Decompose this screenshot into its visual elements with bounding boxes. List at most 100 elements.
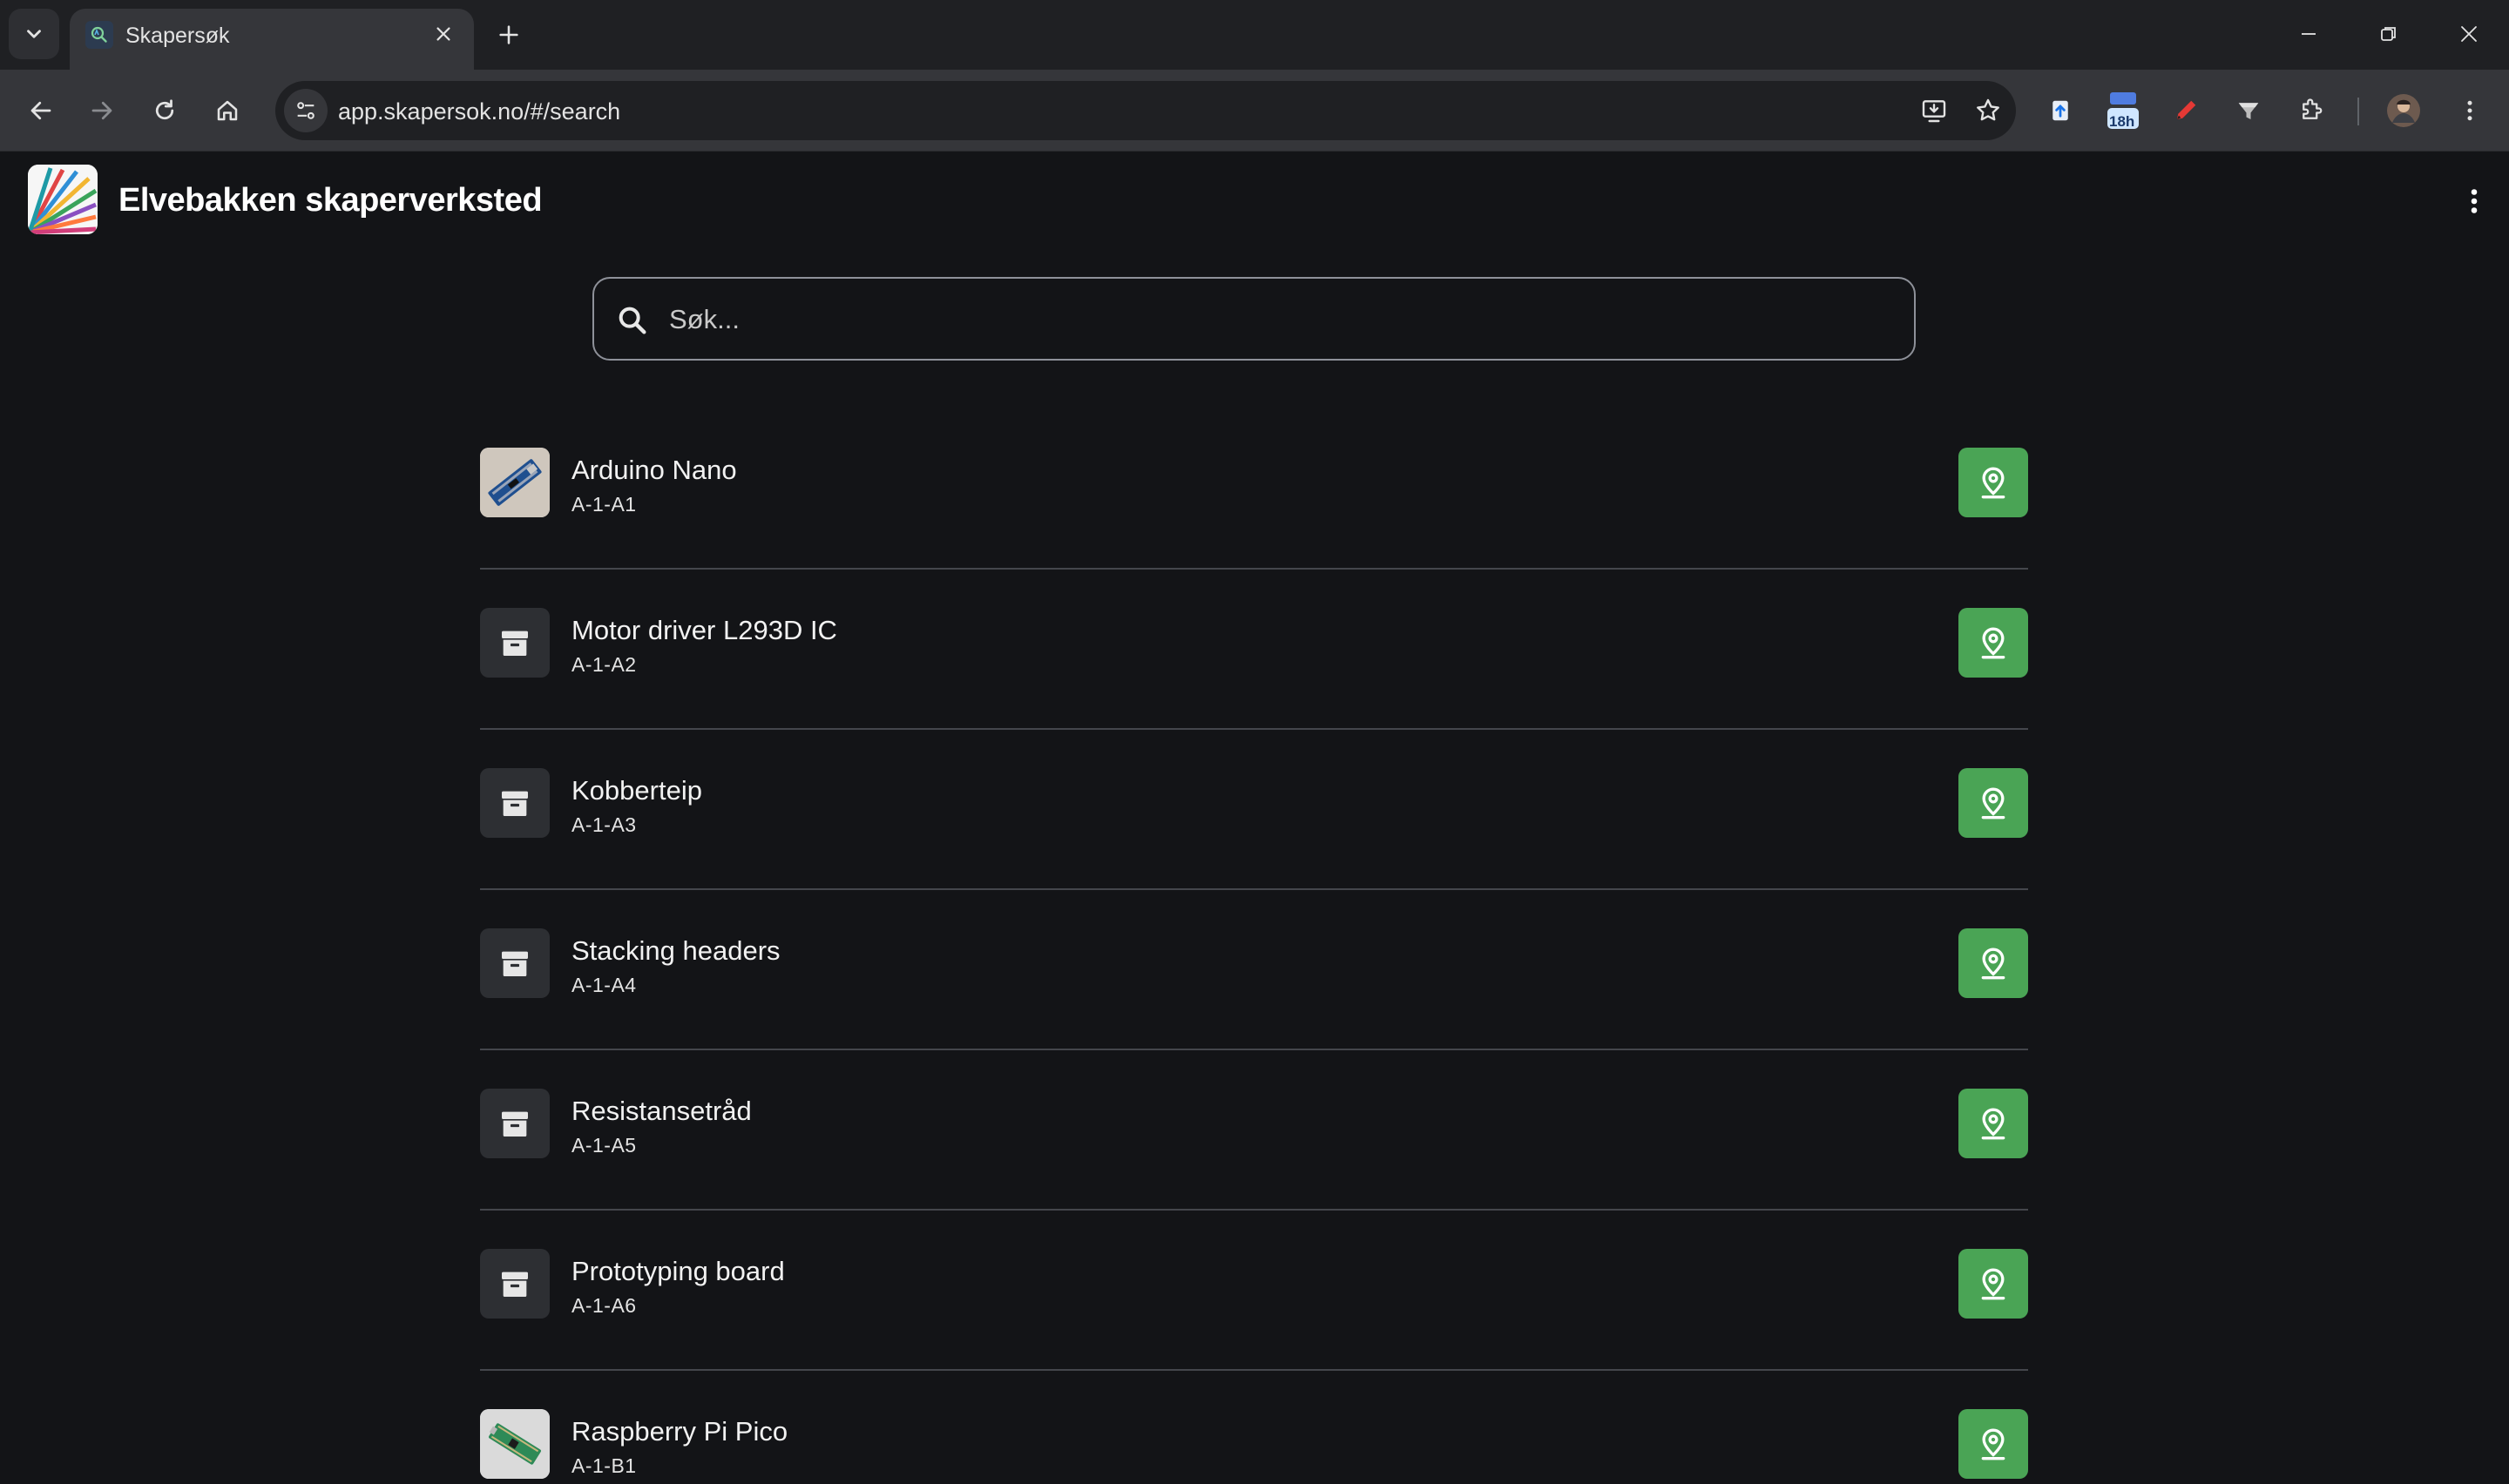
- browser-tabstrip: Skapersøk: [0, 0, 2509, 70]
- location-pin-icon: [1981, 1108, 2005, 1140]
- item-name: Arduino Nano: [571, 455, 737, 485]
- extension-upload-icon: [2053, 100, 2068, 121]
- restore-icon: [2381, 27, 2396, 41]
- new-tab-button[interactable]: [490, 16, 528, 54]
- show-location-button[interactable]: [1958, 1089, 2028, 1158]
- list-item[interactable]: Kobberteip A-1-A3: [480, 730, 2028, 890]
- item-location-code: A-1-A1: [571, 493, 637, 516]
- bookmark-button[interactable]: [1971, 93, 2005, 128]
- location-pin-icon: [1981, 787, 2005, 820]
- extension-calendar-button[interactable]: 18h: [2101, 89, 2145, 132]
- archive-box-icon: [502, 631, 528, 656]
- url-text[interactable]: app.skapersok.no/#/search: [338, 98, 620, 125]
- tab-search-button[interactable]: [9, 9, 59, 59]
- extension-badge-text: 18h: [2109, 113, 2135, 130]
- item-location-code: A-1-A3: [571, 813, 637, 836]
- red-pen-icon: [2177, 100, 2196, 119]
- archive-box-icon: [502, 791, 528, 816]
- list-item[interactable]: Raspberry Pi Pico A-1-B1: [480, 1371, 2028, 1484]
- site-info-button[interactable]: [284, 89, 328, 132]
- item-name: Kobberteip: [571, 775, 702, 806]
- raspberry-pi-pico-photo-icon: [480, 1409, 550, 1479]
- extension-funnel-button[interactable]: [2227, 89, 2270, 132]
- extensions-menu-button[interactable]: [2289, 89, 2333, 132]
- item-location-code: A-1-B1: [571, 1454, 637, 1477]
- show-location-button[interactable]: [1958, 1249, 2028, 1319]
- results-list: Arduino Nano A-1-A1 Motor driver L293D I…: [480, 409, 2028, 1484]
- item-thumbnail: [480, 928, 550, 998]
- list-item[interactable]: Stacking headers A-1-A4: [480, 890, 2028, 1050]
- install-app-button[interactable]: [1917, 93, 1951, 128]
- home-button[interactable]: [206, 89, 249, 132]
- item-thumbnail: [480, 608, 550, 678]
- striped-logo-icon: [28, 165, 98, 234]
- extension-upload-button[interactable]: [2039, 89, 2082, 132]
- reload-icon: [155, 99, 174, 120]
- item-thumbnail: [480, 768, 550, 838]
- location-pin-icon: [1981, 467, 2005, 499]
- item-name: Motor driver L293D IC: [571, 615, 837, 645]
- arrow-right-icon: [91, 101, 112, 120]
- item-name: Raspberry Pi Pico: [571, 1416, 788, 1447]
- arrow-left-icon: [30, 101, 51, 120]
- location-pin-icon: [1981, 948, 2005, 980]
- back-button[interactable]: [19, 89, 63, 132]
- item-location-code: A-1-A5: [571, 1134, 637, 1157]
- item-location-code: A-1-A6: [571, 1294, 637, 1317]
- tab-title: Skapersøk: [125, 24, 230, 48]
- show-location-button[interactable]: [1958, 1409, 2028, 1479]
- more-vert-icon: [2471, 189, 2478, 213]
- app-menu-button[interactable]: [2453, 177, 2495, 226]
- list-item[interactable]: Prototyping board A-1-A6: [480, 1211, 2028, 1371]
- chevron-down-icon: [27, 30, 41, 38]
- show-location-button[interactable]: [1958, 608, 2028, 678]
- forward-button[interactable]: [80, 89, 124, 132]
- app-logo[interactable]: [28, 165, 98, 234]
- archive-box-icon: [502, 1272, 528, 1297]
- avatar: [2387, 94, 2420, 127]
- search-box[interactable]: [592, 277, 1916, 361]
- toolbar-separator: [2357, 98, 2359, 125]
- extension-pen-button[interactable]: [2164, 89, 2208, 132]
- arduino-nano-photo-icon: [480, 448, 550, 517]
- browser-tab-active[interactable]: Skapersøk: [70, 9, 474, 70]
- item-location-code: A-1-A2: [571, 653, 637, 676]
- address-bar[interactable]: app.skapersok.no/#/search: [275, 81, 2016, 140]
- location-pin-icon: [1981, 1268, 2005, 1300]
- plus-icon: [499, 25, 518, 44]
- item-name: Resistansetråd: [571, 1096, 752, 1126]
- item-thumbnail-photo: [480, 448, 550, 517]
- star-icon: [1977, 98, 1999, 121]
- browser-menu-button[interactable]: [2448, 89, 2492, 132]
- list-item[interactable]: Motor driver L293D IC A-1-A2: [480, 570, 2028, 730]
- restore-button[interactable]: [2363, 10, 2415, 57]
- tune-icon: [297, 102, 314, 119]
- location-pin-icon: [1981, 627, 2005, 659]
- show-location-button[interactable]: [1958, 448, 2028, 517]
- skapersok-favicon-icon: [85, 21, 113, 49]
- profile-button[interactable]: [2382, 89, 2425, 132]
- close-window-button[interactable]: [2443, 10, 2495, 57]
- tab-close-button[interactable]: [429, 19, 458, 49]
- show-location-button[interactable]: [1958, 768, 2028, 838]
- browser-toolbar: app.skapersok.no/#/search 18h: [0, 70, 2509, 152]
- close-icon: [2461, 26, 2477, 42]
- item-thumbnail: [480, 1089, 550, 1158]
- more-vert-icon: [2467, 100, 2472, 121]
- close-icon: [436, 27, 450, 41]
- show-location-button[interactable]: [1958, 928, 2028, 998]
- reload-button[interactable]: [143, 89, 186, 132]
- item-name: Prototyping board: [571, 1256, 785, 1286]
- item-name: Stacking headers: [571, 935, 781, 966]
- app-header: Elvebakken skaperverksted: [0, 152, 2509, 248]
- list-item[interactable]: Resistansetråd A-1-A5: [480, 1050, 2028, 1211]
- item-location-code: A-1-A4: [571, 974, 637, 996]
- home-icon: [217, 100, 238, 121]
- location-pin-icon: [1981, 1428, 2005, 1460]
- item-thumbnail: [480, 1249, 550, 1319]
- list-item[interactable]: Arduino Nano A-1-A1: [480, 409, 2028, 570]
- search-input[interactable]: [669, 298, 1889, 341]
- minimize-button[interactable]: [2282, 10, 2335, 57]
- minimize-icon: [2302, 33, 2316, 35]
- archive-box-icon: [502, 1111, 528, 1137]
